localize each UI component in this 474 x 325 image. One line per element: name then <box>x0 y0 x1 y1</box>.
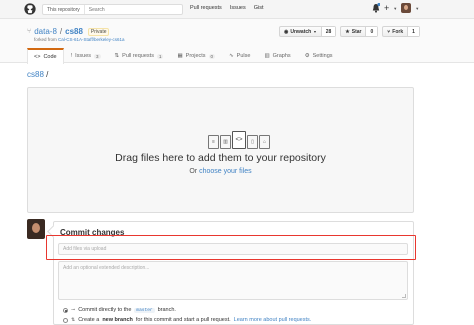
unwatch-button[interactable]: ◉ Unwatch ▼ <box>280 27 321 36</box>
branch-name: master <box>134 307 155 313</box>
repo-name-link[interactable]: cs88 <box>65 27 83 36</box>
tab-label: Code <box>43 54 57 60</box>
issue-icon: ! <box>70 53 73 59</box>
fork-icon: ⑂ <box>387 28 391 35</box>
user-controls: + ▼ ▼ <box>372 3 419 13</box>
code-file-icon: <> <box>232 131 246 149</box>
option-direct-suffix: branch. <box>157 307 176 313</box>
dropzone-or: Or <box>189 168 198 175</box>
create-new-button[interactable]: + <box>384 3 389 13</box>
repo-title: ⑂ data-8 / cs88 Private <box>27 27 110 36</box>
option-new-bold: new branch <box>102 317 133 323</box>
fork-group: ⑂ Fork 1 <box>382 26 420 37</box>
repo-header: ⑂ data-8 / cs88 Private forked from Cal-… <box>0 19 474 64</box>
chevron-down-icon[interactable]: ▼ <box>415 6 419 11</box>
fork-button[interactable]: ⑂ Fork <box>383 27 407 36</box>
repo-owner-link[interactable]: data-8 <box>34 27 57 36</box>
code-icon: <> <box>34 54 41 60</box>
commit-new-branch-option[interactable]: ⇅ Create a new branch for this commit an… <box>63 317 311 323</box>
description-placeholder: Add an optional extended description... <box>63 265 150 271</box>
learn-more-link[interactable]: Learn more about pull requests. <box>234 317 312 323</box>
search-field[interactable]: This repository <box>42 4 183 15</box>
tab-label: Pull requests <box>122 53 154 59</box>
breadcrumb: cs88 / <box>27 70 48 79</box>
pdf-file-icon: ⌂ <box>259 135 270 149</box>
dropzone-title: Drag files here to add them to your repo… <box>115 152 326 164</box>
commit-icon: ⊸ <box>71 307 76 313</box>
forked-from-label: forked from <box>34 37 57 42</box>
unwatch-label: Unwatch <box>290 28 312 35</box>
pulse-icon: ∿ <box>229 53 234 59</box>
eye-icon: ◉ <box>284 28 289 35</box>
commit-direct-option[interactable]: ⊸ Commit directly to the master branch. <box>63 307 176 313</box>
forked-from-link[interactable]: Cal-CS-61A-Staff/berkeley-cs61a <box>58 37 124 42</box>
tab-settings[interactable]: ⚙ Settings <box>298 48 340 63</box>
option-new-suffix: for this commit and start a pull request… <box>135 317 231 323</box>
pull-requests-counter: 1 <box>156 53 164 59</box>
tab-projects[interactable]: ▦ Projects 0 <box>170 48 222 63</box>
fork-icon: ⑂ <box>27 28 32 35</box>
forks-count[interactable]: 1 <box>407 27 419 36</box>
pull-request-icon: ⇅ <box>114 53 120 59</box>
repo-tabs: <> Code ! Issues 3 ⇅ Pull requests 1 ▦ P… <box>27 48 340 64</box>
commit-description-input[interactable]: Add an optional extended description... <box>58 261 408 300</box>
highlight-box <box>46 235 416 260</box>
resize-handle-icon[interactable] <box>402 294 406 298</box>
zip-file-icon: ▯ <box>247 135 258 149</box>
avatar <box>27 219 45 239</box>
bell-icon[interactable] <box>372 3 380 13</box>
tab-label: Issues <box>75 53 92 59</box>
chevron-down-icon: ▼ <box>313 29 317 34</box>
global-header: This repository Pull requests Issues Gis… <box>0 0 474 19</box>
nav-issues[interactable]: Issues <box>230 5 246 11</box>
radio-commit-direct[interactable] <box>63 307 68 313</box>
forked-from-line: forked from Cal-CS-61A-Staff/berkeley-cs… <box>34 37 124 42</box>
chevron-down-icon[interactable]: ▼ <box>393 6 397 11</box>
pull-request-icon: ⇅ <box>71 317 76 323</box>
tab-label: Graphs <box>272 53 291 59</box>
tab-label: Settings <box>312 53 333 59</box>
option-new-prefix: Create a <box>78 317 100 323</box>
text-file-icon: ≡ <box>208 135 219 149</box>
project-icon: ▦ <box>177 53 183 59</box>
star-label: Star <box>351 28 362 35</box>
radio-new-branch[interactable] <box>63 317 68 323</box>
repo-separator: / <box>59 27 63 36</box>
upload-dropzone[interactable]: ≡ ▥ <> ▯ ⌂ Drag files here to add them t… <box>27 87 414 213</box>
repo-actions: ◉ Unwatch ▼ 28 ★ Star 0 ⑂ Fork 1 <box>279 26 420 37</box>
dropzone-subtitle: Or choose your files <box>28 168 413 175</box>
tab-label: Pulse <box>236 53 251 59</box>
star-button[interactable]: ★ Star <box>341 27 365 36</box>
avatar[interactable] <box>401 3 412 13</box>
watchers-count[interactable]: 28 <box>320 27 336 36</box>
chart-file-icon: ▥ <box>220 135 231 149</box>
choose-files-link[interactable]: choose your files <box>199 168 252 175</box>
tab-pulse[interactable]: ∿ Pulse <box>222 48 257 63</box>
breadcrumb-repo-link[interactable]: cs88 <box>27 70 44 79</box>
gear-icon: ⚙ <box>304 53 310 59</box>
tab-graphs[interactable]: ▥ Graphs <box>257 48 297 63</box>
tab-issues[interactable]: ! Issues 3 <box>64 48 108 63</box>
top-nav: Pull requests Issues Gist <box>190 5 263 11</box>
tab-pull-requests[interactable]: ⇅ Pull requests 1 <box>108 48 171 63</box>
breadcrumb-separator: / <box>46 70 49 79</box>
search-scope-label: This repository <box>43 5 85 14</box>
star-group: ★ Star 0 <box>340 26 379 37</box>
nav-gist[interactable]: Gist <box>254 5 264 11</box>
tab-code[interactable]: <> Code <box>27 48 64 64</box>
unwatch-group: ◉ Unwatch ▼ 28 <box>279 26 337 37</box>
graph-icon: ▥ <box>264 53 270 59</box>
file-type-icons: ≡ ▥ <> ▯ ⌂ <box>208 131 270 149</box>
nav-pull-requests[interactable]: Pull requests <box>190 5 222 11</box>
star-icon: ★ <box>345 28 350 35</box>
issues-counter: 3 <box>94 53 101 59</box>
status-badge: Private <box>87 27 110 36</box>
option-direct-prefix: Commit directly to the <box>78 307 132 313</box>
tab-label: Projects <box>185 53 206 59</box>
projects-counter: 0 <box>208 53 216 59</box>
github-logo-icon[interactable] <box>24 3 36 15</box>
stars-count[interactable]: 0 <box>365 27 378 36</box>
fork-label: Fork <box>392 28 404 35</box>
search-input[interactable] <box>84 6 165 13</box>
